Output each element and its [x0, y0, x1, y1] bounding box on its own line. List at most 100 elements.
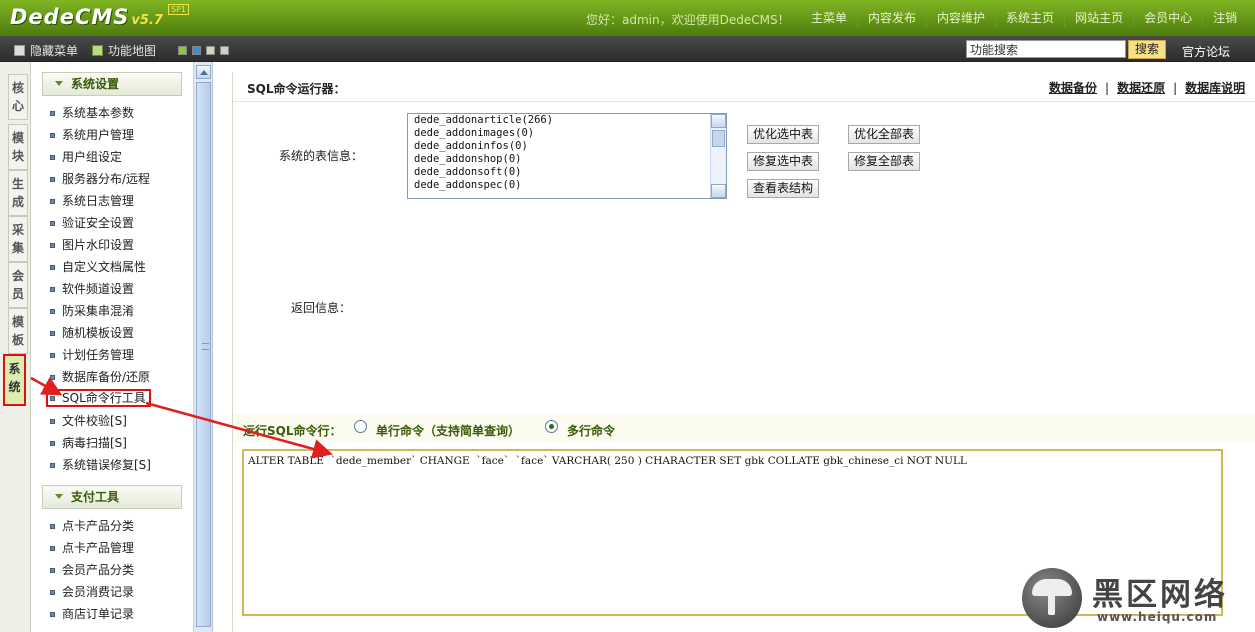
menu-item-custom-attributes[interactable]: 自定义文档属性 [50, 258, 146, 276]
bullet-icon [50, 612, 55, 617]
official-forum-link[interactable]: 官方论坛 [1182, 43, 1230, 60]
scroll-up-arrow-icon[interactable] [196, 65, 211, 79]
menu-item-scheduled-tasks[interactable]: 计划任务管理 [50, 346, 134, 364]
menu-item-basic-params[interactable]: 系统基本参数 [50, 104, 134, 122]
menu-item-software-channel[interactable]: 软件频道设置 [50, 280, 134, 298]
scroll-down-icon[interactable] [711, 184, 726, 198]
dedecms-logo: DedeCMS v5.7 SP1 [10, 4, 189, 31]
hide-menu-button[interactable]: 隐藏菜单 [14, 42, 78, 59]
theme-swatch-green[interactable] [178, 46, 187, 55]
link-data-backup[interactable]: 数据备份 [1049, 81, 1097, 95]
menu-item-card-category[interactable]: 点卡产品分类 [50, 517, 134, 535]
menu-item-virus-scan[interactable]: 病毒扫描[S] [50, 434, 127, 452]
radio-single-line-label[interactable]: 单行命令（支持简单查询） [376, 422, 520, 439]
panel-header: SQL命令运行器： 数据备份 | 数据还原 | 数据库说明 [233, 72, 1255, 102]
radio-multi-line-label[interactable]: 多行命令 [567, 422, 615, 439]
tab-system[interactable]: 系统 [3, 354, 26, 406]
nav-content-publish[interactable]: 内容发布 [857, 11, 926, 27]
table-option[interactable]: dede_addonarticle(266) [408, 114, 726, 127]
watermark-title: 黑区网络 [1092, 577, 1228, 613]
bullet-icon [50, 133, 55, 138]
menu-item-db-backup[interactable]: 数据库备份/还原 [50, 368, 150, 386]
nav-content-maintain[interactable]: 内容维护 [926, 11, 995, 27]
optimize-all-button[interactable]: 优化全部表 [848, 125, 920, 144]
menu-item-watermark[interactable]: 图片水印设置 [50, 236, 134, 254]
list-scrollbar[interactable] [710, 114, 726, 198]
logo-edition-badge: SP1 [168, 4, 189, 15]
menu-item-sql-tool[interactable]: SQL命令行工具 [46, 389, 151, 407]
table-option[interactable]: dede_addoninfos(0) [408, 140, 726, 153]
bullet-icon [50, 590, 55, 595]
link-data-restore[interactable]: 数据还原 [1117, 81, 1165, 95]
theme-swatch-blue[interactable] [192, 46, 201, 55]
grid-map-icon [92, 45, 103, 56]
function-map-button[interactable]: 功能地图 [92, 42, 156, 59]
repair-all-button[interactable]: 修复全部表 [848, 152, 920, 171]
theme-swatch-khaki[interactable] [206, 46, 215, 55]
bullet-icon [50, 243, 55, 248]
menu-item-security[interactable]: 验证安全设置 [50, 214, 134, 232]
scroll-up-icon[interactable] [711, 114, 726, 128]
nav-main-menu[interactable]: 主菜单 [801, 11, 857, 27]
separator: | [1173, 81, 1178, 95]
menu-item-order-record[interactable]: 商店订单记录 [50, 605, 134, 623]
search-button[interactable]: 搜索 [1128, 40, 1166, 59]
radio-single-line[interactable] [354, 420, 367, 433]
bullet-icon [50, 546, 55, 551]
nav-system-home[interactable]: 系统主页 [995, 11, 1064, 27]
bullet-icon [50, 396, 55, 401]
bullet-icon [50, 353, 55, 358]
bullet-icon [50, 524, 55, 529]
menu-item-label: SQL命令行工具 [62, 391, 146, 405]
menu-item-label: 文件校验[S] [62, 414, 127, 428]
header-links: 数据备份 | 数据还原 | 数据库说明 [1049, 79, 1245, 96]
menu-item-label: 图片水印设置 [62, 238, 135, 252]
table-option[interactable]: dede_addonimages(0) [408, 127, 726, 140]
table-option[interactable]: dede_addonshop(0) [408, 153, 726, 166]
section-payment-tools[interactable]: 支付工具 [42, 485, 182, 509]
optimize-selected-button[interactable]: 优化选中表 [747, 125, 819, 144]
repair-selected-button[interactable]: 修复选中表 [747, 152, 819, 171]
tab-member[interactable]: 会员 [8, 262, 28, 308]
bullet-icon [50, 287, 55, 292]
radio-multi-line[interactable] [545, 420, 558, 433]
theme-swatch-gray[interactable] [220, 46, 229, 55]
menu-item-card-manage[interactable]: 点卡产品管理 [50, 539, 134, 557]
menu-item-system-log[interactable]: 系统日志管理 [50, 192, 134, 210]
menu-item-label: 随机模板设置 [62, 326, 135, 340]
menu-item-member-product[interactable]: 会员产品分类 [50, 561, 134, 579]
view-structure-button[interactable]: 查看表结构 [747, 179, 819, 198]
function-search-input[interactable] [966, 40, 1126, 58]
menu-item-label: 验证安全设置 [62, 216, 135, 230]
tab-collect[interactable]: 采集 [8, 216, 28, 262]
bullet-icon [50, 568, 55, 573]
bullet-icon [50, 419, 55, 424]
menu-item-anti-collect[interactable]: 防采集串混淆 [50, 302, 134, 320]
list-scrollbar-thumb[interactable] [712, 130, 725, 147]
menu-item-server-distribution[interactable]: 服务器分布/远程 [50, 170, 150, 188]
nav-member-center[interactable]: 会员中心 [1133, 11, 1202, 27]
tab-generate[interactable]: 生成 [8, 170, 28, 216]
nav-site-home[interactable]: 网站主页 [1064, 11, 1133, 27]
menu-item-user-manage[interactable]: 系统用户管理 [50, 126, 134, 144]
menu-item-consume-record[interactable]: 会员消费记录 [50, 583, 134, 601]
table-list-select[interactable]: dede_addonarticle(266) dede_addonimages(… [407, 113, 727, 199]
module-tabs: 核心 模块 生成 采集 会员 模板 系统 [0, 62, 31, 632]
sidebar-scrollbar[interactable] [194, 62, 213, 632]
menu-item-label: 服务器分布/远程 [62, 172, 151, 186]
tab-template[interactable]: 模板 [8, 308, 28, 354]
menu-item-error-repair[interactable]: 系统错误修复[S] [50, 456, 151, 474]
table-option[interactable]: dede_addonspec(0) [408, 179, 726, 192]
menu-item-random-template[interactable]: 随机模板设置 [50, 324, 134, 342]
bullet-icon [50, 221, 55, 226]
section-system-settings[interactable]: 系统设置 [42, 72, 182, 96]
menu-item-file-check[interactable]: 文件校验[S] [50, 412, 127, 430]
menu-item-label: 计划任务管理 [62, 348, 135, 362]
menu-item-user-groups[interactable]: 用户组设定 [50, 148, 122, 166]
nav-logout[interactable]: 注销 [1202, 11, 1247, 27]
tab-core[interactable]: 核心 [8, 74, 28, 120]
link-db-docs[interactable]: 数据库说明 [1185, 81, 1245, 95]
tab-module[interactable]: 模块 [8, 124, 28, 170]
scrollbar-thumb[interactable] [196, 82, 211, 627]
table-option[interactable]: dede_addonsoft(0) [408, 166, 726, 179]
